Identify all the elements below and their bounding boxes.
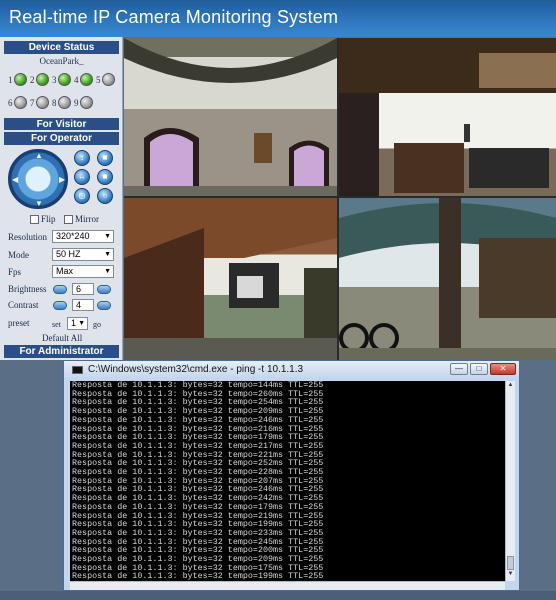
brightness-increase-button[interactable]: [97, 285, 111, 294]
device-indicator-6[interactable]: [14, 96, 27, 109]
io-on-icon[interactable]: ◎: [74, 188, 90, 204]
mode-value: 50 HZ: [56, 249, 81, 259]
flip-checkbox[interactable]: [30, 215, 39, 224]
chevron-down-icon: ▼: [104, 233, 111, 240]
resolution-select[interactable]: 320*240 ▼: [52, 230, 114, 243]
device-number-4: 4: [74, 75, 79, 85]
mirror-checkbox[interactable]: [64, 215, 73, 224]
camera-4-feed: [339, 198, 556, 360]
horizontal-scrollbar[interactable]: [70, 581, 505, 590]
scroll-up-icon[interactable]: ▲: [507, 382, 514, 388]
camera-view-3[interactable]: [124, 198, 337, 360]
device-status-header: Device Status: [4, 41, 119, 54]
contrast-decrease-button[interactable]: [53, 301, 67, 310]
maximize-button[interactable]: □: [470, 363, 488, 375]
contrast-value: 4: [72, 299, 94, 311]
cmd-titlebar[interactable]: C:\Windows\system32\cmd.exe - ping -t 10…: [64, 361, 519, 379]
camera-grid: [124, 38, 556, 360]
device-indicator-4[interactable]: [80, 73, 93, 86]
device-indicator-5[interactable]: [102, 73, 115, 86]
preset-value: 1: [71, 318, 77, 328]
for-visitor-header[interactable]: For Visitor: [4, 118, 119, 130]
device-number-5: 5: [96, 75, 101, 85]
close-button[interactable]: ✕: [490, 363, 516, 375]
io-off-icon[interactable]: ○: [97, 188, 113, 204]
minimize-button[interactable]: —: [450, 363, 468, 375]
camera-2-feed: [339, 38, 556, 196]
control-panel: Device Status OceanPark_ 1 2 3 4 5 6 7 8 9 For V…: [0, 37, 123, 360]
chevron-down-icon: ▼: [104, 268, 111, 275]
device-indicator-2[interactable]: [36, 73, 49, 86]
preset-go-button[interactable]: go: [93, 320, 101, 329]
stop-lr-icon[interactable]: ■: [97, 169, 113, 185]
device-indicator-7[interactable]: [36, 96, 49, 109]
device-number-8: 8: [52, 98, 57, 108]
mirror-label: Mirror: [75, 214, 99, 224]
contrast-label: Contrast: [8, 300, 39, 310]
cmd-title: C:\Windows\system32\cmd.exe - ping -t 10…: [88, 364, 304, 375]
camera-view-2[interactable]: [339, 38, 556, 196]
device-name[interactable]: OceanPark_: [4, 56, 119, 66]
default-all-button[interactable]: Default All: [42, 333, 82, 343]
scroll-down-icon[interactable]: ▼: [507, 571, 514, 577]
console-output[interactable]: Resposta de 10.1.1.3: bytes=32 tempo=144…: [70, 381, 505, 581]
left-right-patrol-icon[interactable]: ↔: [74, 169, 90, 185]
scroll-thumb[interactable]: [507, 556, 514, 570]
fps-select[interactable]: Max ▼: [52, 265, 114, 278]
mode-select[interactable]: 50 HZ ▼: [52, 248, 114, 261]
fps-value: Max: [56, 266, 74, 276]
device-indicator-8[interactable]: [58, 96, 71, 109]
device-indicator-9[interactable]: [80, 96, 93, 109]
camera-1-feed: [124, 38, 337, 196]
pan-left-arrow[interactable]: ◀: [12, 176, 18, 184]
device-number-1: 1: [8, 75, 13, 85]
brightness-value: 6: [72, 283, 94, 295]
contrast-increase-button[interactable]: [97, 301, 111, 310]
device-number-6: 6: [8, 98, 13, 108]
resolution-value: 320*240: [56, 231, 90, 241]
camera-3-feed: [124, 198, 337, 360]
device-number-3: 3: [52, 75, 57, 85]
for-operator-header[interactable]: For Operator: [4, 132, 119, 145]
cmd-window[interactable]: C:\Windows\system32\cmd.exe - ping -t 10…: [63, 360, 520, 591]
preset-set-button[interactable]: set: [52, 320, 61, 329]
taskbar-strip: [0, 591, 556, 600]
ptz-joystick-icon[interactable]: ▲ ▼ ◀ ▶: [8, 149, 68, 209]
stop-patrol-icon[interactable]: ■: [97, 150, 113, 166]
preset-select[interactable]: 1 ▼: [67, 317, 88, 330]
device-number-9: 9: [74, 98, 79, 108]
camera-view-1[interactable]: [124, 38, 337, 196]
chevron-down-icon: ▼: [78, 320, 85, 327]
flip-label: Flip: [41, 214, 56, 224]
app-title: Real-time IP Camera Monitoring System: [9, 7, 339, 27]
vertical-scrollbar[interactable]: ▲ ▼: [505, 381, 515, 581]
preset-label: preset: [8, 318, 30, 328]
resolution-label: Resolution: [8, 232, 48, 242]
pan-up-arrow[interactable]: ▲: [35, 152, 43, 160]
device-number-7: 7: [30, 98, 35, 108]
device-indicator-3[interactable]: [58, 73, 71, 86]
camera-view-4[interactable]: [339, 198, 556, 360]
pan-right-arrow[interactable]: ▶: [59, 176, 65, 184]
device-number-2: 2: [30, 75, 35, 85]
mode-label: Mode: [8, 250, 29, 260]
app-header: Real-time IP Camera Monitoring System: [0, 0, 556, 37]
pan-down-arrow[interactable]: ▼: [35, 200, 43, 208]
brightness-label: Brightness: [8, 284, 47, 294]
for-administrator-header[interactable]: For Administrator: [4, 345, 119, 358]
chevron-down-icon: ▼: [104, 251, 111, 258]
up-down-patrol-icon[interactable]: ↕: [74, 150, 90, 166]
fps-label: Fps: [8, 267, 22, 277]
brightness-decrease-button[interactable]: [53, 285, 67, 294]
device-indicator-1[interactable]: [14, 73, 27, 86]
cmd-icon: [72, 366, 83, 374]
